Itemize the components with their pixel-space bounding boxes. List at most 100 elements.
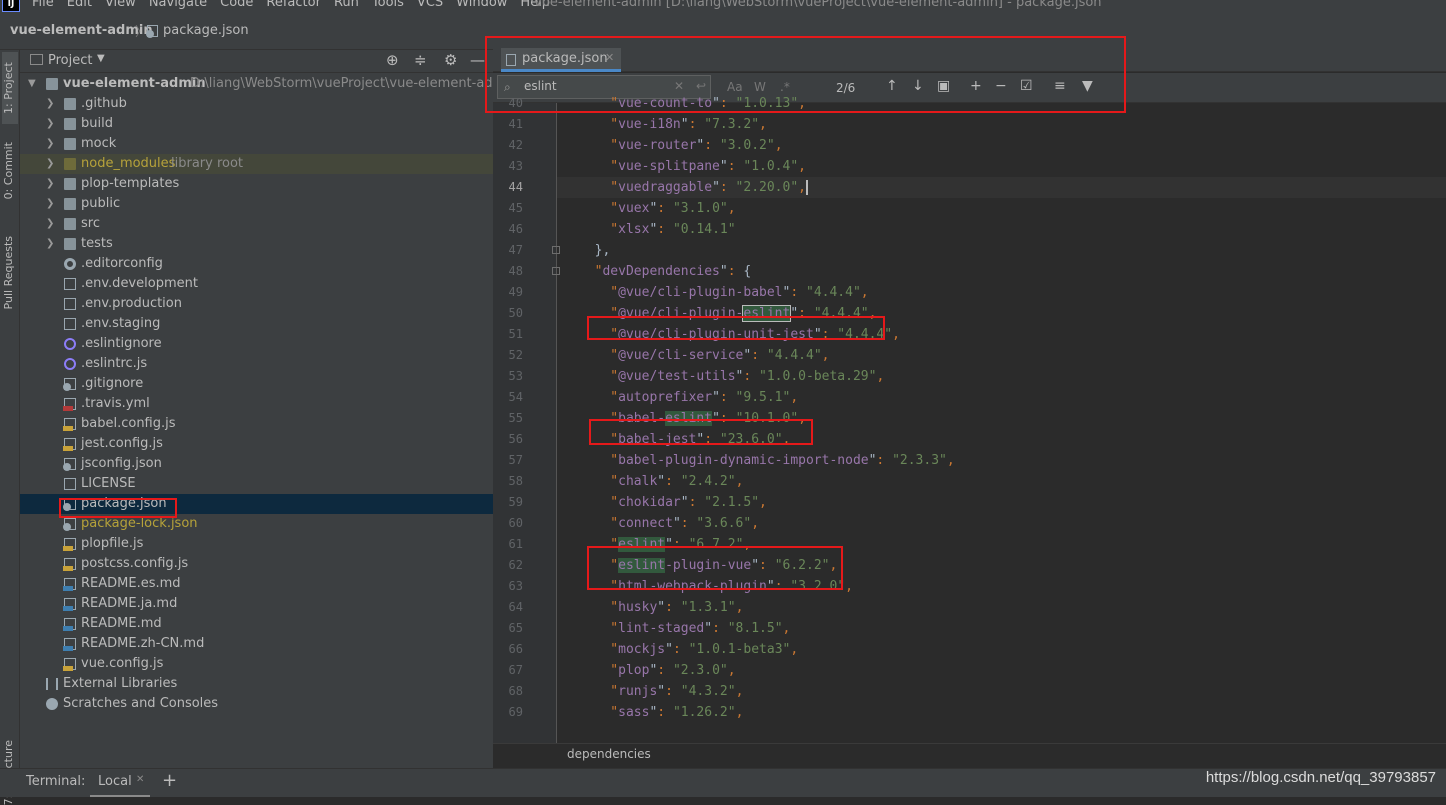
folder-icon <box>64 218 76 230</box>
code-line: "plop": "2.3.0", <box>579 663 736 678</box>
code-text: }, <box>594 243 611 258</box>
tree-folder-row[interactable]: ❯ .github <box>20 94 493 114</box>
chevron-down-icon[interactable]: ▼ <box>97 53 105 64</box>
menu-vcs[interactable]: VCS <box>417 0 443 10</box>
tree-file-row[interactable]: .env.staging <box>20 314 493 334</box>
menu-navigate[interactable]: Navigate <box>149 0 207 10</box>
commit-tool-tab[interactable]: 0: Commit <box>2 142 15 199</box>
menu-run[interactable]: Run <box>334 0 359 10</box>
editor: package.json ✕ ⌕ eslint ✕ ↩ Aa W .* 2/6 … <box>485 36 1446 768</box>
external-libraries-label: External Libraries <box>63 676 178 691</box>
scratches-label: Scratches and Consoles <box>63 696 219 711</box>
tree-folder-row[interactable]: ❯ public <box>20 194 493 214</box>
locate-file-icon[interactable]: ⊕ <box>386 51 399 69</box>
menu-edit[interactable]: Edit <box>67 0 92 10</box>
tree-file-row[interactable]: .editorconfig <box>20 254 493 274</box>
line-number: 61 <box>508 537 523 551</box>
chevron-right-icon[interactable]: ❯ <box>46 174 54 194</box>
code-key: husky <box>618 600 658 615</box>
tree-file-row[interactable]: plopfile.js <box>20 534 493 554</box>
line-number: 67 <box>508 663 523 677</box>
json-file-icon <box>63 518 76 531</box>
tree-file-row[interactable]: .eslintignore <box>20 334 493 354</box>
tree-folder-row[interactable]: ❯ mock <box>20 134 493 154</box>
tree-folder-row-excluded[interactable]: ❯ node_modules library root <box>20 154 493 174</box>
menu-view[interactable]: View <box>105 0 136 10</box>
chevron-down-icon[interactable]: ▼ <box>28 74 36 94</box>
folder-label: src <box>81 216 100 231</box>
code-line: }, <box>579 240 611 261</box>
tree-folder-row[interactable]: ❯ src <box>20 214 493 234</box>
tree-file-row[interactable]: babel.config.js <box>20 414 493 434</box>
pull-requests-tool-tab[interactable]: Pull Requests <box>2 236 15 309</box>
code-value: 3.1.0 <box>680 201 720 216</box>
code-key: xlsx <box>618 222 650 237</box>
tree-file-row[interactable]: .travis.yml <box>20 394 493 414</box>
chevron-right-icon[interactable]: ❯ <box>46 134 54 154</box>
code-line: "vue-router": "3.0.2", <box>579 138 783 153</box>
chevron-right-icon[interactable]: ❯ <box>46 114 54 134</box>
tree-root-row[interactable]: ▼ vue-element-admin D:\liang\WebStorm\vu… <box>20 74 517 94</box>
tree-folder-row[interactable]: ❯ tests <box>20 234 493 254</box>
tree-file-row[interactable]: postcss.config.js <box>20 554 493 574</box>
tree-folder-row[interactable]: ❯ plop-templates <box>20 174 493 194</box>
tree-external-libraries-row[interactable]: External Libraries <box>20 674 493 694</box>
tree-file-row[interactable]: README.md <box>20 614 493 634</box>
code-line: "babel-plugin-dynamic-import-node": "2.3… <box>579 453 955 468</box>
code-value: 9.5.1 <box>743 390 783 405</box>
code-line: "chalk": "2.4.2", <box>579 474 744 489</box>
code-value: 0.14.1 <box>680 222 728 237</box>
tree-file-row[interactable]: .gitignore <box>20 374 493 394</box>
code-line: "husky": "1.3.1", <box>579 600 744 615</box>
line-number: 51 <box>508 327 523 341</box>
file-label: .gitignore <box>81 376 144 391</box>
chevron-right-icon[interactable]: ❯ <box>46 94 54 114</box>
tree-file-row[interactable]: README.zh-CN.md <box>20 634 493 654</box>
nav-project-crumb[interactable]: vue-element-admin <box>10 23 153 38</box>
menu-code[interactable]: Code <box>220 0 253 10</box>
tree-file-row[interactable]: vue.config.js <box>20 654 493 674</box>
tree-file-row[interactable]: .eslintrc.js <box>20 354 493 374</box>
line-number: 49 <box>508 285 523 299</box>
tree-file-row[interactable]: jsconfig.json <box>20 454 493 474</box>
project-view-selector[interactable]: Project <box>48 53 92 68</box>
chevron-right-icon[interactable]: ❯ <box>46 194 54 214</box>
project-tool-tab[interactable]: 1: Project <box>2 52 18 124</box>
tree-file-row[interactable]: LICENSE <box>20 474 493 494</box>
tree-file-row[interactable]: README.es.md <box>20 574 493 594</box>
line-number: 62 <box>508 558 523 572</box>
close-icon[interactable]: ✕ <box>136 774 144 785</box>
line-number-gutter: 40 41 42 43 44 45 46 47 48 49 50 51 52 5… <box>493 96 587 743</box>
add-terminal-icon[interactable]: + <box>162 770 177 791</box>
line-number-current: 44 <box>508 180 523 194</box>
code-line: "@vue/cli-plugin-babel": "4.4.4", <box>579 285 869 300</box>
folder-icon <box>64 238 76 250</box>
chevron-right-icon[interactable]: ❯ <box>46 154 54 174</box>
menu-file[interactable]: File <box>32 0 54 10</box>
gear-icon[interactable]: ⚙ <box>444 51 457 69</box>
tree-scratches-row[interactable]: Scratches and Consoles <box>20 694 493 714</box>
menu-window[interactable]: Window <box>456 0 507 10</box>
text-file-icon <box>64 478 76 490</box>
library-icon <box>46 678 58 690</box>
tree-file-row[interactable]: .env.production <box>20 294 493 314</box>
file-label: postcss.config.js <box>81 556 189 571</box>
chevron-right-icon[interactable]: ❯ <box>46 214 54 234</box>
tree-file-row[interactable]: README.ja.md <box>20 594 493 614</box>
line-number: 65 <box>508 621 523 635</box>
folder-label: .github <box>81 96 127 111</box>
code-value: 1.0.4 <box>751 159 791 174</box>
tree-folder-row[interactable]: ❯ build <box>20 114 493 134</box>
chevron-right-icon[interactable]: ❯ <box>46 234 54 254</box>
terminal-tab-local[interactable]: Local ✕ <box>90 769 150 797</box>
menu-tools[interactable]: Tools <box>372 0 404 10</box>
tree-file-row[interactable]: .env.development <box>20 274 493 294</box>
code-key: devDependencies <box>602 264 720 279</box>
tree-file-row[interactable]: jest.config.js <box>20 434 493 454</box>
hide-panel-icon[interactable]: — <box>470 51 485 69</box>
nav-file-crumb[interactable]: package.json <box>163 23 249 38</box>
menu-refactor[interactable]: Refactor <box>266 0 321 10</box>
breadcrumb[interactable]: dependencies <box>567 747 651 761</box>
gear-icon <box>64 258 76 270</box>
collapse-all-icon[interactable]: ≑ <box>414 51 427 69</box>
